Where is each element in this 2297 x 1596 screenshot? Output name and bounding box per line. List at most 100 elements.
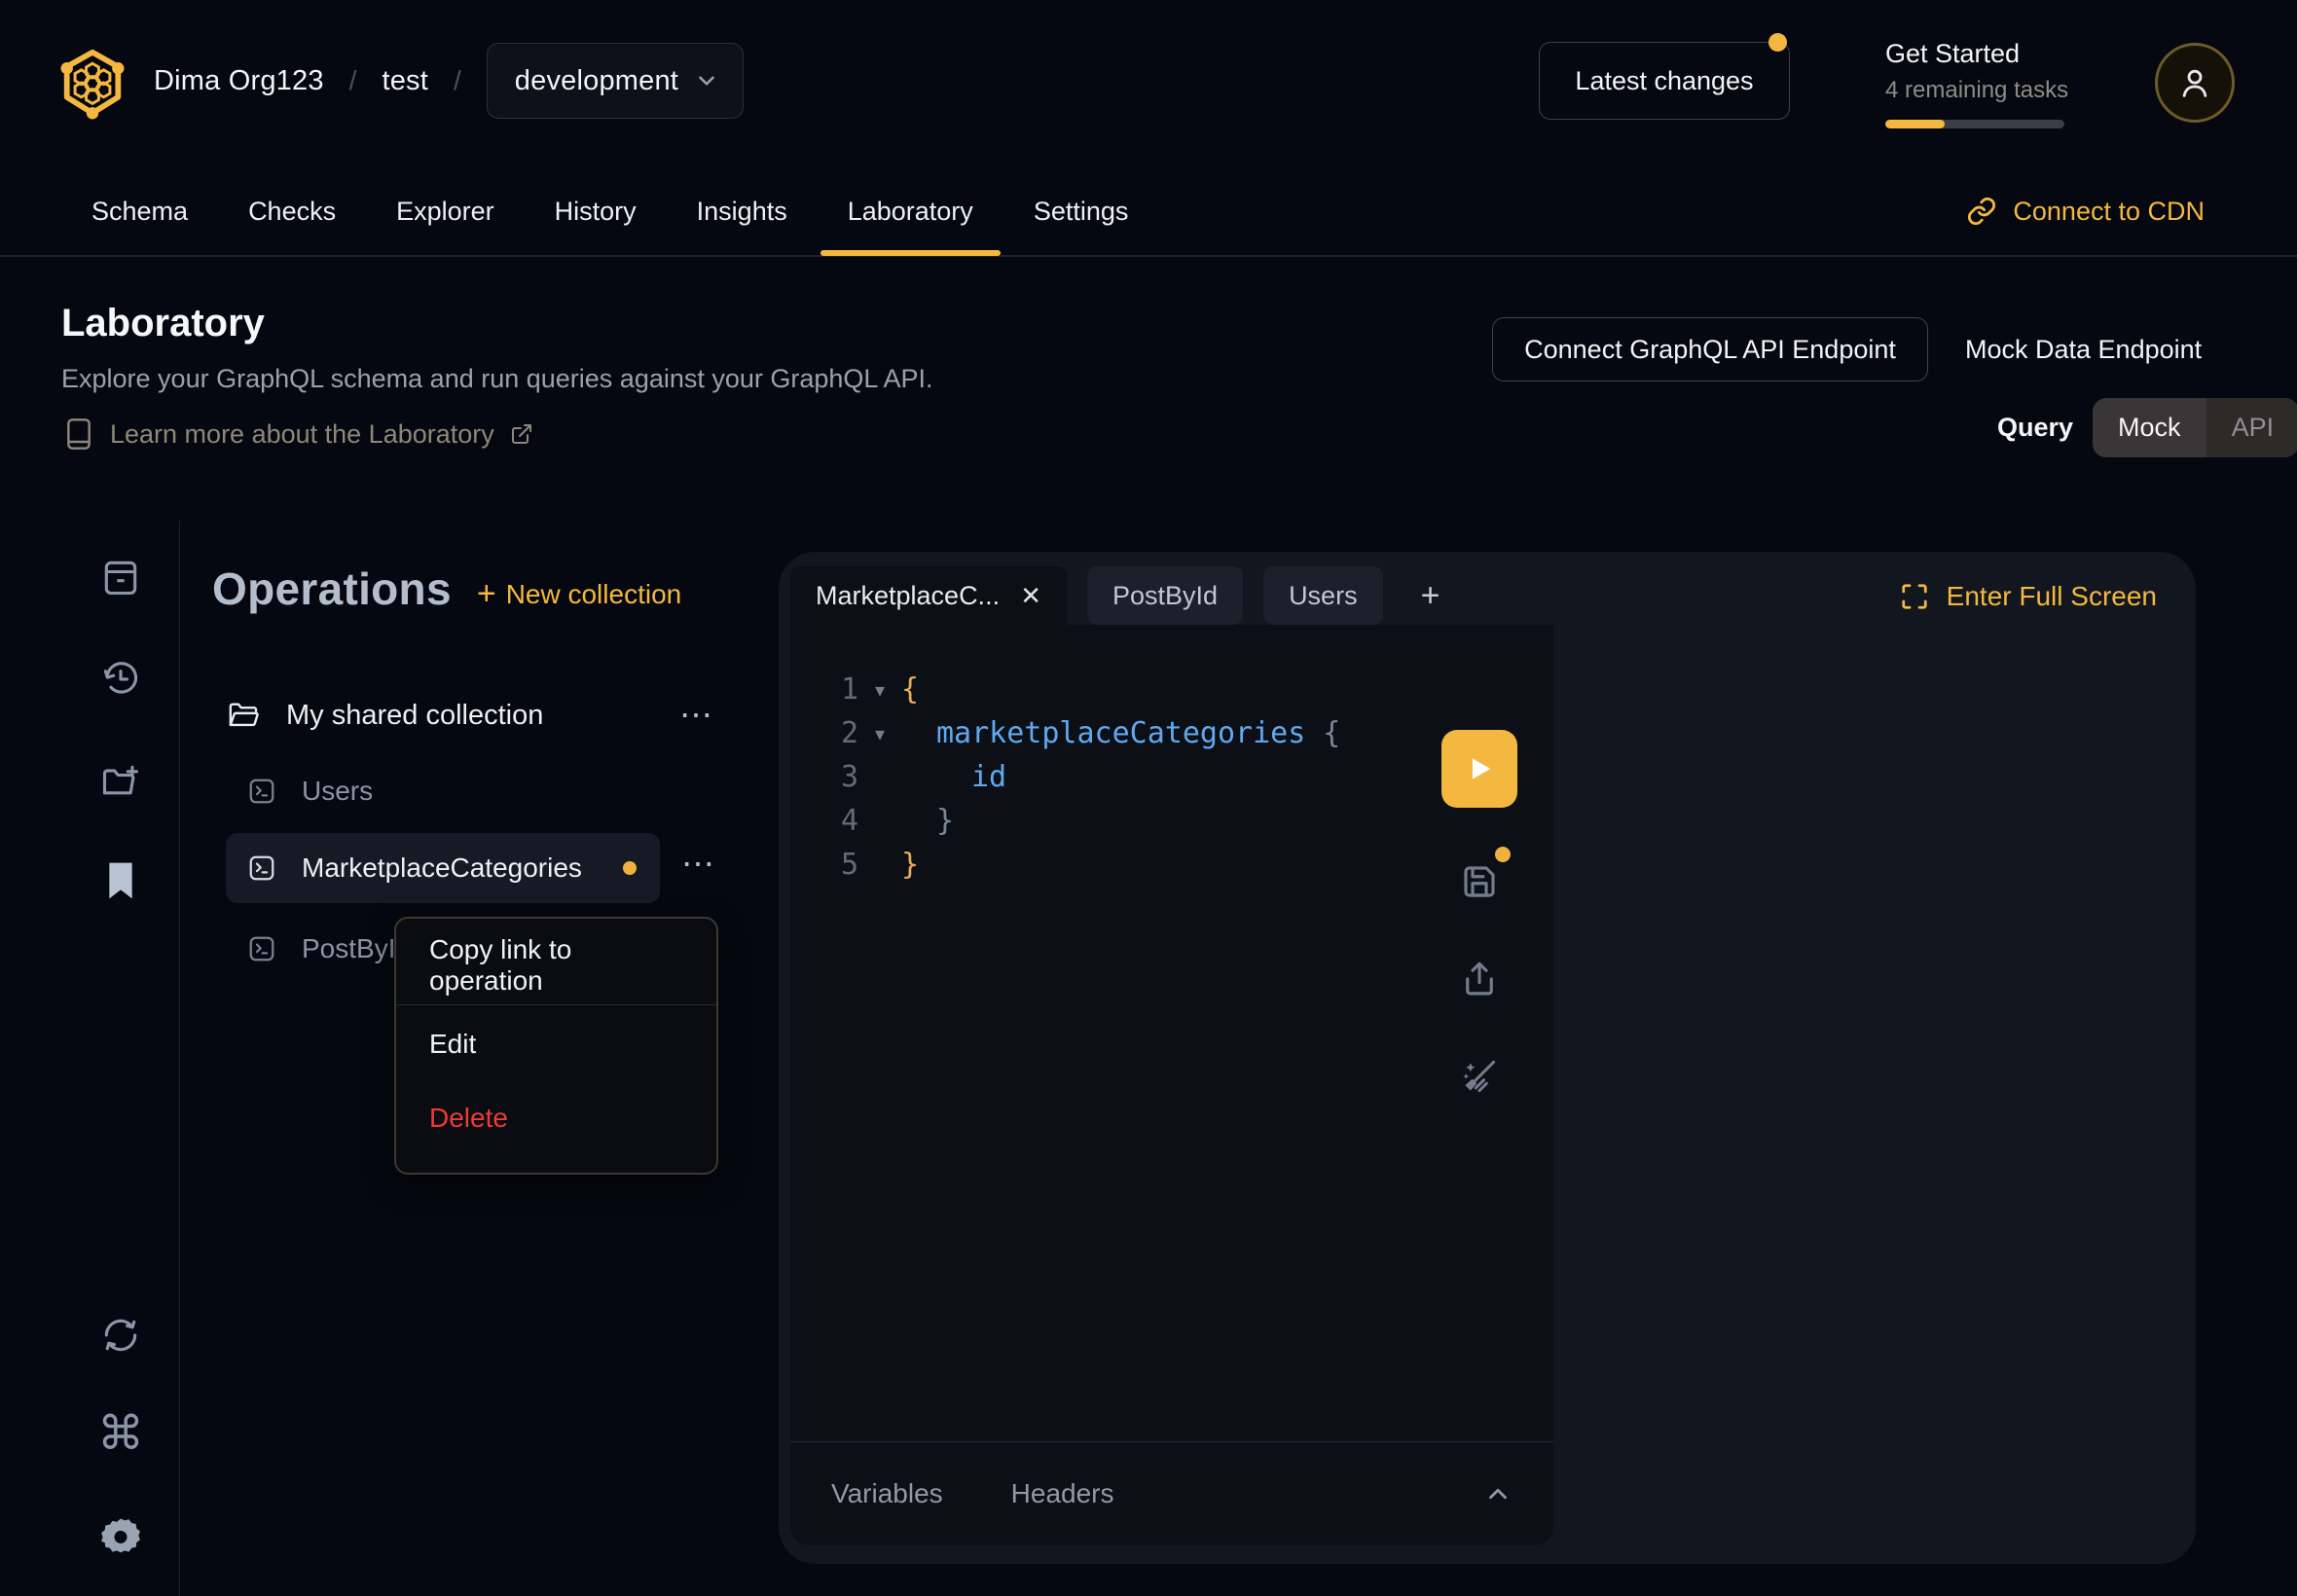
fullscreen-icon — [1900, 582, 1929, 611]
breadcrumb-project[interactable]: test — [382, 65, 428, 97]
learn-more-label: Learn more about the Laboratory — [110, 419, 494, 450]
laboratory-workspace-panel: Enter Full Screen MarketplaceC... ✕ Post… — [779, 552, 2196, 1564]
code-line: 5 } — [790, 843, 1340, 887]
play-icon — [1463, 752, 1496, 785]
history-icon[interactable] — [95, 653, 146, 704]
operation-icon — [247, 934, 276, 963]
connect-graphql-endpoint-label: Connect GraphQL API Endpoint — [1524, 335, 1896, 365]
fold-marker-icon[interactable]: ▾ — [858, 678, 901, 702]
connect-graphql-endpoint-button[interactable]: Connect GraphQL API Endpoint — [1492, 317, 1928, 381]
connect-to-cdn-label: Connect to CDN — [2013, 197, 2205, 227]
code-token: } — [901, 848, 919, 882]
editor-tab-postbyid[interactable]: PostById — [1087, 566, 1243, 625]
unsaved-changes-dot — [1495, 847, 1511, 862]
get-started-title: Get Started — [1885, 39, 2064, 69]
variables-tab[interactable]: Variables — [831, 1478, 943, 1509]
command-icon[interactable]: ⌘ — [95, 1408, 146, 1459]
breadcrumb-org[interactable]: Dima Org123 — [154, 65, 324, 97]
breadcrumb-separator: / — [349, 65, 357, 96]
operation-menu-button[interactable]: ⋯ — [679, 854, 718, 874]
breadcrumb: Dima Org123 / test / development — [154, 41, 744, 121]
operation-name: MarketplaceCategories — [302, 852, 582, 884]
close-icon[interactable]: ✕ — [1020, 581, 1041, 611]
target-selector-value: development — [515, 65, 678, 97]
headers-tab[interactable]: Headers — [1011, 1478, 1114, 1509]
code-line: 2 ▾ marketplaceCategories { — [790, 711, 1340, 755]
share-operation-button[interactable] — [1456, 956, 1503, 1002]
prettify-icon[interactable] — [1456, 1053, 1503, 1100]
unsaved-changes-dot — [623, 861, 637, 875]
add-tab-button[interactable]: + — [1404, 566, 1458, 625]
operation-icon — [247, 777, 276, 806]
operation-item-users[interactable]: Users — [226, 756, 660, 826]
user-menu-button[interactable] — [2155, 43, 2235, 123]
collection-my-shared-collection[interactable]: My shared collection ⋯ — [228, 691, 714, 740]
query-editor[interactable]: 1 ▾ { 2 ▾ marketplaceCategories { 3 id — [790, 625, 1553, 1545]
chevron-up-icon[interactable] — [1483, 1479, 1513, 1508]
notification-dot — [1768, 33, 1787, 52]
connect-to-cdn-link[interactable]: Connect to CDN — [1966, 165, 2205, 257]
editor-tabstrip: MarketplaceC... ✕ PostById Users + — [790, 566, 1458, 625]
context-menu-divider — [396, 1004, 716, 1005]
operations-title: Operations — [212, 562, 452, 615]
mock-data-endpoint-label: Mock Data Endpoint — [1965, 335, 2202, 365]
page-title: Laboratory — [61, 302, 265, 345]
run-query-button[interactable] — [1441, 730, 1517, 808]
context-menu-edit[interactable]: Edit — [396, 1007, 716, 1081]
plus-icon: + — [477, 575, 496, 613]
operation-icon — [247, 853, 276, 883]
gear-icon[interactable] — [95, 1512, 146, 1563]
folder-open-icon — [228, 701, 261, 730]
operation-item-marketplacecategories[interactable]: MarketplaceCategories — [226, 833, 660, 903]
new-collection-button[interactable]: + New collection — [477, 575, 681, 613]
get-started-progress-bar — [1885, 120, 2064, 128]
tab-insights[interactable]: Insights — [697, 169, 787, 254]
page-subtitle: Explore your GraphQL schema and run quer… — [61, 364, 932, 394]
latest-changes-label: Latest changes — [1575, 66, 1753, 96]
mock-data-endpoint-button[interactable]: Mock Data Endpoint — [1965, 317, 2202, 381]
query-code[interactable]: 1 ▾ { 2 ▾ marketplaceCategories { 3 id — [790, 668, 1340, 887]
line-number: 2 — [790, 716, 858, 750]
get-started-subtitle: 4 remaining tasks — [1885, 77, 2064, 104]
tab-laboratory[interactable]: Laboratory — [848, 169, 973, 254]
editor-tab-label: MarketplaceC... — [816, 581, 1000, 611]
get-started-widget[interactable]: Get Started 4 remaining tasks — [1885, 39, 2064, 128]
tab-schema[interactable]: Schema — [91, 169, 188, 254]
save-operation-button[interactable] — [1456, 858, 1503, 905]
operations-header: Operations + New collection — [212, 562, 681, 615]
bookmark-icon[interactable] — [95, 855, 146, 906]
line-number: 5 — [790, 848, 858, 882]
get-started-progress-fill — [1885, 120, 1945, 128]
fold-marker-icon[interactable]: ▾ — [858, 722, 901, 745]
code-line: 4 } — [790, 799, 1340, 843]
line-number: 4 — [790, 804, 858, 838]
editor-tab-label: PostById — [1112, 581, 1218, 611]
folder-add-icon[interactable] — [95, 755, 146, 806]
book-icon — [63, 417, 94, 452]
tab-history[interactable]: History — [555, 169, 637, 254]
editor-tab-label: Users — [1289, 581, 1358, 611]
query-mode-api[interactable]: API — [2206, 398, 2297, 457]
editor-bottom-bar: Variables Headers — [790, 1441, 1553, 1545]
tab-settings[interactable]: Settings — [1034, 169, 1129, 254]
archive-icon[interactable] — [95, 552, 146, 602]
enter-fullscreen-label: Enter Full Screen — [1947, 581, 2157, 612]
context-menu-copy-link[interactable]: Copy link to operation — [396, 928, 716, 1002]
learn-more-link[interactable]: Learn more about the Laboratory — [63, 417, 533, 452]
tab-explorer[interactable]: Explorer — [396, 169, 494, 254]
chevron-down-icon — [694, 68, 719, 93]
nav-tab-list: Schema Checks Explorer History Insights … — [91, 165, 1128, 257]
editor-tab-users[interactable]: Users — [1263, 566, 1383, 625]
context-menu-delete[interactable]: Delete — [396, 1081, 716, 1155]
editor-tab-marketplacecategories[interactable]: MarketplaceC... ✕ — [790, 566, 1067, 625]
breadcrumb-separator: / — [454, 65, 461, 96]
sync-icon[interactable] — [95, 1310, 146, 1360]
latest-changes-button[interactable]: Latest changes — [1539, 42, 1790, 120]
target-selector-dropdown[interactable]: development — [487, 43, 744, 119]
query-mode-control: Query Mock API — [1997, 398, 2297, 457]
query-mode-mock[interactable]: Mock — [2093, 398, 2206, 457]
tab-checks[interactable]: Checks — [248, 169, 336, 254]
hive-logo — [56, 37, 128, 128]
enter-fullscreen-button[interactable]: Enter Full Screen — [1900, 581, 2157, 612]
collection-menu-button[interactable]: ⋯ — [679, 706, 714, 725]
